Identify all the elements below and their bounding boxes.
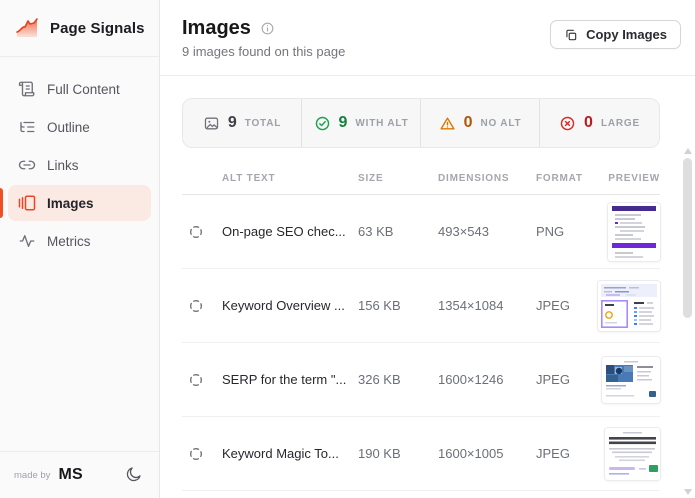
sidebar-item-links[interactable]: Links	[8, 147, 151, 183]
alt-text-cell: SERP for the term "...	[222, 372, 347, 387]
stat-no-alt-value: 0	[463, 114, 473, 131]
table-row: Keyword Magic To... 190 KB 1600×1005 JPE…	[182, 417, 660, 491]
copy-icon	[564, 28, 578, 42]
crosshair-locate-icon[interactable]	[182, 298, 222, 314]
sidebar-item-outline[interactable]: Outline	[8, 109, 151, 145]
copy-images-button[interactable]: Copy Images	[550, 20, 681, 49]
scrollbar-up-arrow[interactable]	[684, 148, 692, 154]
scroll-text-icon	[18, 80, 36, 98]
dimensions-cell: 1600×1005	[438, 446, 504, 461]
column-header-format: FORMAT	[536, 172, 583, 184]
table-row: SERP for the term "... 326 KB 1600×1246 …	[182, 343, 660, 417]
preview-thumbnail[interactable]	[602, 356, 660, 403]
sidebar-item-label: Links	[47, 157, 79, 173]
scrollbar-thumb[interactable]	[683, 158, 692, 318]
check-circle-icon	[314, 115, 331, 132]
main-content: Images 9 images found on this page Copy …	[160, 0, 695, 498]
crosshair-locate-icon[interactable]	[182, 446, 222, 462]
stat-no-alt-label: NO ALT	[480, 117, 522, 129]
stat-total-value: 9	[227, 114, 237, 131]
sidebar-item-metrics[interactable]: Metrics	[8, 223, 151, 259]
size-cell: 326 KB	[358, 372, 401, 387]
sidebar: Page Signals Full Content Outline Links …	[0, 0, 160, 498]
image-icon	[203, 115, 220, 132]
warning-triangle-icon	[439, 115, 456, 132]
stat-total: 9 TOTAL	[183, 99, 302, 147]
format-cell: JPEG	[536, 298, 570, 313]
alt-text-cell: Keyword Magic To...	[222, 446, 339, 461]
copy-images-label: Copy Images	[586, 27, 667, 42]
stat-large: 0 LARGE	[540, 99, 659, 147]
images-table: ALT TEXT SIZE DIMENSIONS FORMAT PREVIEW …	[182, 162, 660, 491]
preview-thumbnail[interactable]	[608, 202, 660, 261]
crosshair-locate-icon[interactable]	[182, 372, 222, 388]
link-icon	[18, 156, 36, 174]
images-table-header: ALT TEXT SIZE DIMENSIONS FORMAT PREVIEW	[182, 162, 660, 195]
sidebar-item-full-content[interactable]: Full Content	[8, 71, 151, 107]
image-count-subtitle: 9 images found on this page	[182, 44, 346, 59]
stat-large-label: LARGE	[600, 117, 640, 129]
theme-toggle-button[interactable]	[123, 463, 145, 488]
alt-text-cell: Keyword Overview ...	[222, 298, 345, 313]
x-circle-icon	[559, 115, 576, 132]
size-cell: 190 KB	[358, 446, 401, 461]
format-cell: JPEG	[536, 372, 570, 387]
images-scroll-area: 9 TOTAL 9 WITH ALT 0 NO ALT 0 LARGE ALT …	[160, 76, 695, 498]
sidebar-item-label: Full Content	[47, 81, 120, 97]
app-title: Page Signals	[50, 19, 145, 37]
app-logo-row: Page Signals	[0, 0, 159, 57]
stat-total-label: TOTAL	[244, 117, 282, 129]
area-chart-logo-icon	[16, 18, 38, 37]
sidebar-footer: made by MS	[0, 451, 159, 498]
images-gallery-icon	[18, 194, 36, 212]
dimensions-cell: 1354×1084	[438, 298, 504, 313]
moon-icon	[125, 465, 143, 486]
scrollbar-down-arrow[interactable]	[684, 489, 692, 495]
page-signals-app: Page Signals Full Content Outline Links …	[0, 0, 695, 498]
preview-thumbnail[interactable]	[598, 280, 660, 331]
preview-thumbnail[interactable]	[605, 427, 660, 480]
format-cell: JPEG	[536, 446, 570, 461]
page-title: Images	[182, 17, 251, 39]
dimensions-cell: 493×543	[438, 224, 489, 239]
stat-with-alt-label: WITH ALT	[355, 117, 409, 129]
list-tree-icon	[18, 118, 36, 136]
author-label: MS	[58, 466, 83, 483]
size-cell: 63 KB	[358, 224, 394, 239]
stat-with-alt: 9 WITH ALT	[302, 99, 421, 147]
scrollbar-track[interactable]	[682, 148, 693, 495]
size-cell: 156 KB	[358, 298, 401, 313]
table-row: Keyword Overview ... 156 KB 1354×1084 JP…	[182, 269, 660, 343]
info-icon[interactable]	[260, 21, 275, 36]
column-header-size: SIZE	[358, 172, 384, 184]
column-header-alt-text: ALT TEXT	[222, 172, 276, 184]
image-stats-bar: 9 TOTAL 9 WITH ALT 0 NO ALT 0 LARGE	[182, 98, 660, 148]
made-by-label: made by	[14, 469, 51, 481]
table-row: On-page SEO chec... 63 KB 493×543 PNG	[182, 195, 660, 269]
stat-no-alt: 0 NO ALT	[421, 99, 540, 147]
sidebar-item-label: Outline	[47, 119, 90, 135]
activity-pulse-icon	[18, 232, 36, 250]
sidebar-item-label: Metrics	[47, 233, 91, 249]
sidebar-nav: Full Content Outline Links Images Metric…	[0, 57, 159, 451]
alt-text-cell: On-page SEO chec...	[222, 224, 346, 239]
stat-large-value: 0	[584, 114, 593, 131]
crosshair-locate-icon[interactable]	[182, 224, 222, 240]
column-header-dimensions: DIMENSIONS	[438, 172, 510, 184]
dimensions-cell: 1600×1246	[438, 372, 504, 387]
sidebar-item-label: Images	[47, 195, 94, 211]
sidebar-item-images[interactable]: Images	[0, 185, 151, 221]
main-header: Images 9 images found on this page Copy …	[160, 0, 695, 76]
stat-with-alt-value: 9	[338, 114, 348, 131]
format-cell: PNG	[536, 224, 565, 239]
column-header-preview: PREVIEW	[608, 172, 660, 184]
active-accent-bar	[0, 188, 3, 218]
